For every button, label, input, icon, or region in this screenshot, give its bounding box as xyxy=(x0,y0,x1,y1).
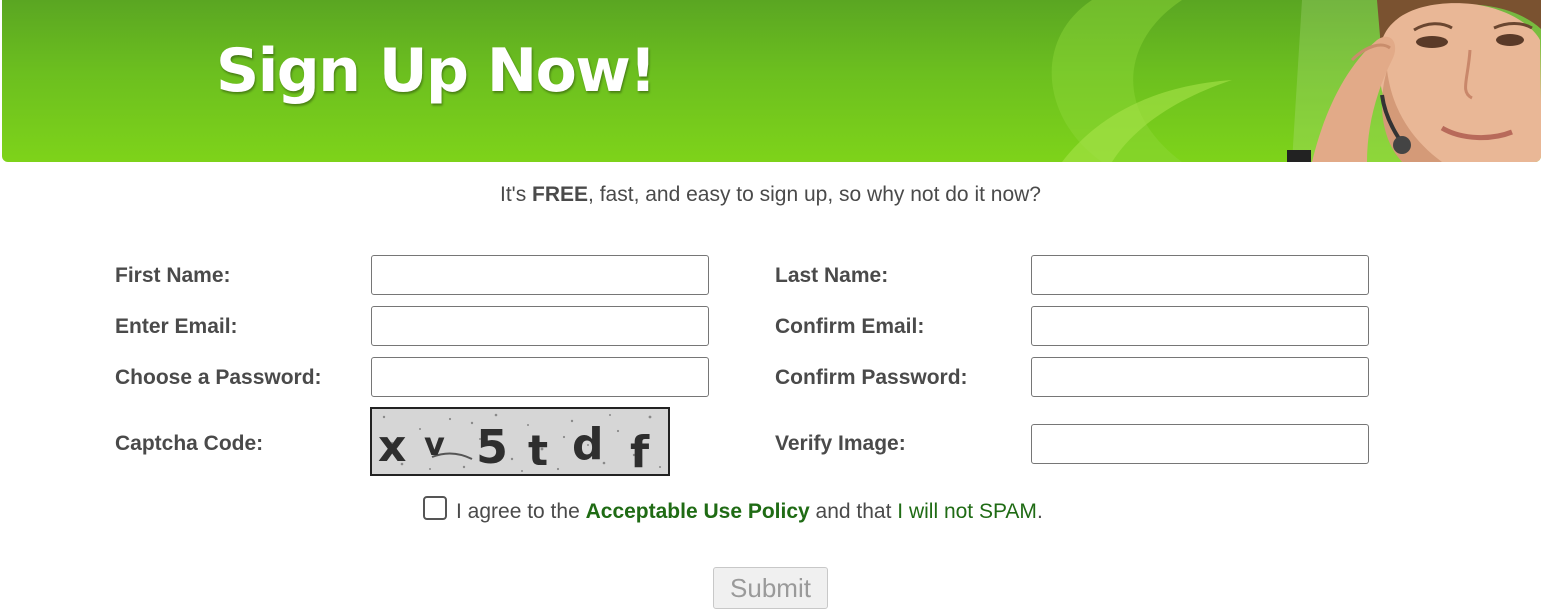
tagline-prefix: It's xyxy=(500,183,533,206)
confirm-email-label: Confirm Email: xyxy=(775,315,925,338)
verify-image-input[interactable] xyxy=(1031,424,1369,464)
acceptable-use-policy-link[interactable]: Acceptable Use Policy xyxy=(586,500,810,523)
captcha-char-3: 5 xyxy=(476,420,508,474)
captcha-char-6: f xyxy=(630,427,650,474)
tagline-suffix: , fast, and easy to sign up, so why not … xyxy=(588,183,1041,206)
captcha-char-2: v xyxy=(424,425,445,463)
verify-image-label: Verify Image: xyxy=(775,432,906,455)
first-name-input[interactable] xyxy=(371,255,709,295)
captcha-char-5: d xyxy=(572,419,604,470)
last-name-input[interactable] xyxy=(1031,255,1369,295)
captcha-image: x v 5 t d f xyxy=(370,407,670,476)
password-label: Choose a Password: xyxy=(115,366,322,389)
email-input[interactable] xyxy=(371,306,709,346)
captcha-label: Captcha Code: xyxy=(115,432,264,455)
agreement-text: I agree to the Acceptable Use Policy and… xyxy=(456,500,1043,524)
support-person-image xyxy=(1287,0,1541,162)
header-banner: Sign Up Now! xyxy=(2,0,1541,162)
confirm-email-input[interactable] xyxy=(1031,306,1369,346)
confirm-password-label: Confirm Password: xyxy=(775,366,968,389)
agreement-prefix: I agree to the xyxy=(456,500,586,523)
captcha-char-4: t xyxy=(528,426,548,474)
agreement-middle: and that xyxy=(809,500,898,523)
agreement-suffix: . xyxy=(1036,500,1043,523)
email-label: Enter Email: xyxy=(115,315,238,338)
signup-tagline: It's FREE, fast, and easy to sign up, so… xyxy=(0,183,1541,207)
agree-checkbox[interactable] xyxy=(423,496,447,520)
captcha-char-1: x xyxy=(378,421,406,472)
last-name-label: Last Name: xyxy=(775,264,889,287)
tagline-free-emphasis: FREE xyxy=(532,183,589,206)
confirm-password-input[interactable] xyxy=(1031,357,1369,397)
captcha-noise-graphic: x v 5 t d f xyxy=(372,409,668,474)
first-name-label: First Name: xyxy=(115,264,231,287)
submit-button[interactable]: Submit xyxy=(713,567,828,609)
no-spam-link[interactable]: I will not SPAM xyxy=(897,500,1037,523)
password-input[interactable] xyxy=(371,357,709,397)
banner-title: Sign Up Now! xyxy=(216,36,657,106)
